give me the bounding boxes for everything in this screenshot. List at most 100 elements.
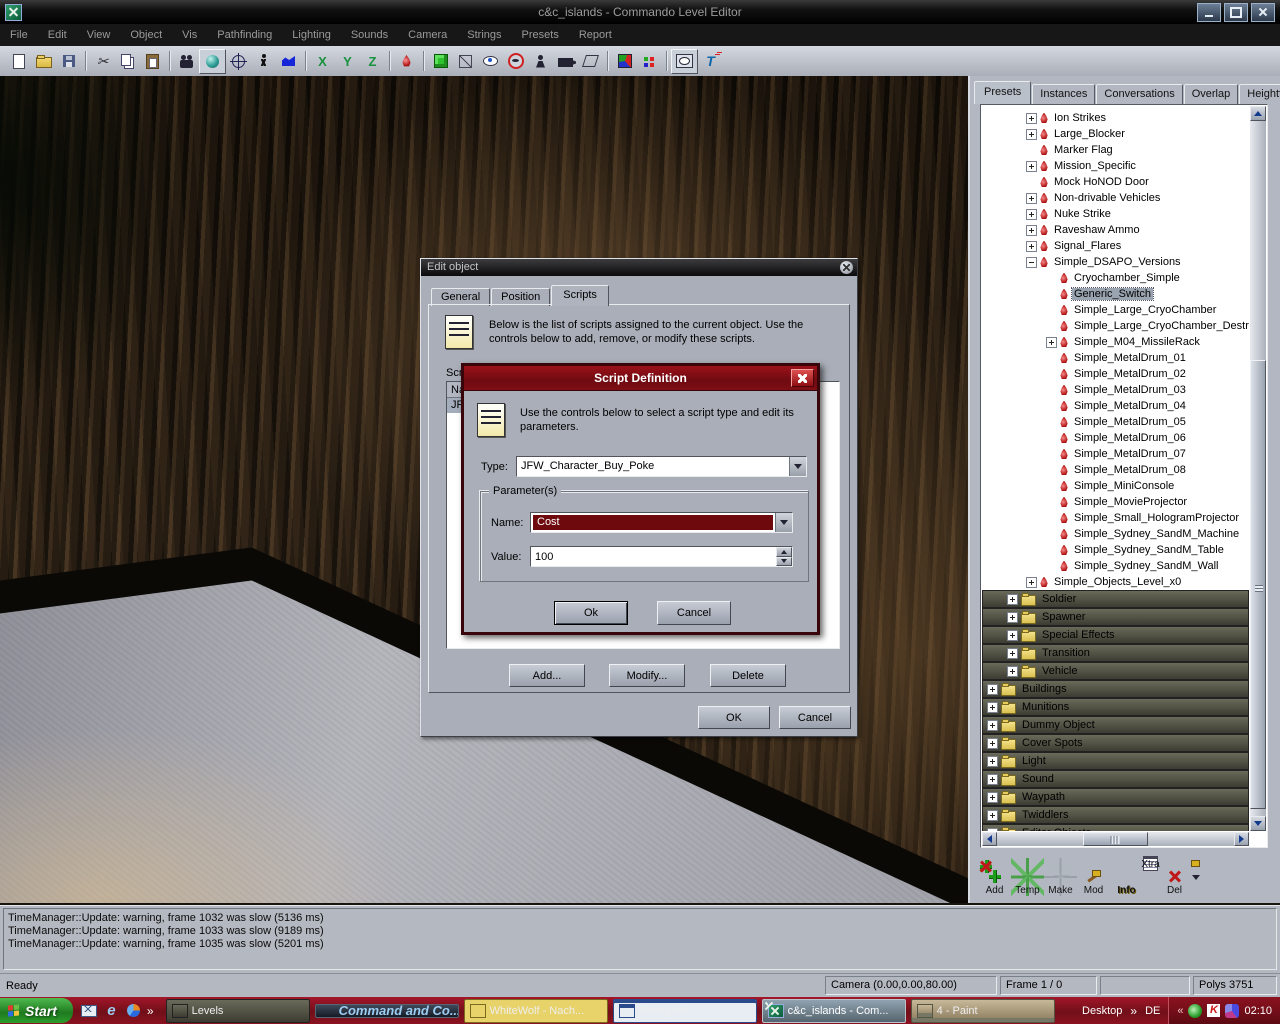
edit-object-ok-button[interactable]: OK [698,706,770,729]
menu-item[interactable]: Strings [457,24,511,46]
panel-tab[interactable]: Conversations [1096,84,1182,104]
edit-object-close-button[interactable] [840,261,853,274]
script-definition-ok-button[interactable]: Ok [554,601,628,625]
tree-item[interactable]: Simple_Sydney_SandM_Table [982,542,1249,558]
tree-item[interactable]: Spawner [982,608,1249,626]
menu-item[interactable]: Camera [398,24,457,46]
quick-launch-mail-button[interactable] [81,1002,98,1019]
start-button[interactable]: Start [0,998,73,1023]
camera-profile-button[interactable] [553,50,578,73]
tree-item[interactable]: Simple_Sydney_SandM_Wall [982,558,1249,574]
tree-item[interactable]: Simple_MiniConsole [982,478,1249,494]
expander-icon[interactable] [987,702,998,713]
tree-item[interactable]: Transition [982,644,1249,662]
expander-icon[interactable] [1007,666,1018,677]
cut-button[interactable]: ✂ [90,50,115,73]
object-mode-button[interactable] [199,49,226,74]
tree-item[interactable]: Non-drivable Vehicles [982,190,1249,206]
expander-icon[interactable] [1026,225,1037,236]
tree-item[interactable]: Buildings [982,680,1249,698]
tree-item[interactable]: Cryochamber_Simple [982,270,1249,286]
task-button[interactable]: c&c_islands - Com... [762,999,906,1023]
tree-item[interactable]: Simple_MetalDrum_05 [982,414,1249,430]
expander-icon[interactable] [1046,337,1057,348]
tree-horizontal-scrollbar[interactable] [982,832,1249,846]
expander-icon[interactable] [987,792,998,803]
expander-icon[interactable] [1026,257,1037,268]
paste-button[interactable] [140,50,165,73]
tree-item[interactable]: Simple_MetalDrum_06 [982,430,1249,446]
tree-item[interactable]: Twiddlers [982,806,1249,824]
expander-icon[interactable] [1026,193,1037,204]
tree-item[interactable]: Simple_MetalDrum_04 [982,398,1249,414]
tree-item[interactable]: Simple_MetalDrum_02 [982,366,1249,382]
tree-item[interactable]: Munitions [982,698,1249,716]
expander-icon[interactable] [1007,630,1018,641]
tree-item[interactable]: Waypath [982,788,1249,806]
tree-item[interactable]: Simple_MovieProjector [982,494,1249,510]
scroll-right-button[interactable] [1234,832,1249,846]
desktop-label[interactable]: Desktop [1082,1005,1122,1017]
chevron-more-icon[interactable]: » [147,1004,154,1018]
menu-item[interactable]: Presets [512,24,569,46]
menu-item[interactable]: Report [569,24,622,46]
new-file-button[interactable] [6,50,31,73]
tree-item[interactable]: Simple_MetalDrum_07 [982,446,1249,462]
scroll-up-button[interactable] [1250,106,1266,121]
preview-button[interactable] [671,49,698,74]
tree-item[interactable]: Sound [982,770,1249,788]
expander-icon[interactable] [1026,577,1037,588]
menu-item[interactable]: Pathfinding [207,24,282,46]
edit-object-cancel-button[interactable]: Cancel [779,706,851,729]
expander-icon[interactable] [1007,612,1018,623]
tree-item[interactable]: Ion Strikes [982,110,1249,126]
parameter-value-input[interactable] [531,547,776,566]
menu-item[interactable]: View [77,24,121,46]
tree-item[interactable]: Simple_Objects_Level_x0 [982,574,1249,590]
tree-item[interactable]: Mock HoNOD Door [982,174,1249,190]
preset-action-button[interactable]: Temp [1011,858,1044,896]
preset-action-button[interactable]: Xtra [1143,858,1158,871]
tray-eye-icon[interactable] [1188,1004,1202,1018]
language-indicator[interactable]: DE [1145,1005,1160,1017]
panel-tab[interactable]: Presets [974,81,1031,104]
show-objects-button[interactable] [478,50,503,73]
tree-item[interactable]: Vehicle [982,662,1249,680]
task-button[interactable]: Renegade [613,999,757,1023]
expander-icon[interactable] [1026,209,1037,220]
tree-vertical-scrollbar[interactable] [1250,106,1266,831]
tree-item[interactable]: Soldier [982,590,1249,608]
scroll-thumb-horizontal[interactable] [1083,832,1147,846]
menu-item[interactable]: File [0,24,38,46]
task-button[interactable]: Command and Co... [315,1004,459,1018]
edit-object-tab[interactable]: Scripts [551,285,609,306]
expander-icon[interactable] [1007,648,1018,659]
color-squares-button[interactable] [637,50,662,73]
open-file-button[interactable] [31,50,56,73]
quick-launch-media-button[interactable] [125,1002,142,1019]
delete-script-button[interactable]: Delete [710,664,786,687]
tree-item[interactable]: Simple_Large_CryoChamber [982,302,1249,318]
tree-item[interactable]: Mission_Specific [982,158,1249,174]
camera-mode-button[interactable] [174,50,199,73]
modify-script-button[interactable]: Modify... [609,664,685,687]
menu-item[interactable]: Object [120,24,172,46]
tray-antivirus-icon[interactable]: K [1207,1004,1220,1017]
drop-object-button[interactable] [394,50,419,73]
tree-item[interactable]: Simple_M04_MissileRack [982,334,1249,350]
preset-action-button[interactable]: Del [1158,858,1191,896]
wireframe-view-button[interactable] [453,50,478,73]
preset-action-button[interactable]: Mod [1077,858,1110,896]
tree-item[interactable]: Editor Objects [982,824,1249,831]
type-dropdown-button[interactable] [789,457,806,476]
panel-tab[interactable]: Heightfield [1239,84,1280,104]
tray-app-icon[interactable] [1225,1004,1239,1018]
expander-icon[interactable] [987,756,998,767]
tree-item[interactable]: Light [982,752,1249,770]
expander-icon[interactable] [1007,594,1018,605]
close-button[interactable] [1251,3,1275,22]
vis-points-button[interactable] [528,50,553,73]
menu-item[interactable]: Vis [172,24,207,46]
menu-item[interactable]: Sounds [341,24,398,46]
preset-action-button[interactable]: Info [1110,858,1143,896]
